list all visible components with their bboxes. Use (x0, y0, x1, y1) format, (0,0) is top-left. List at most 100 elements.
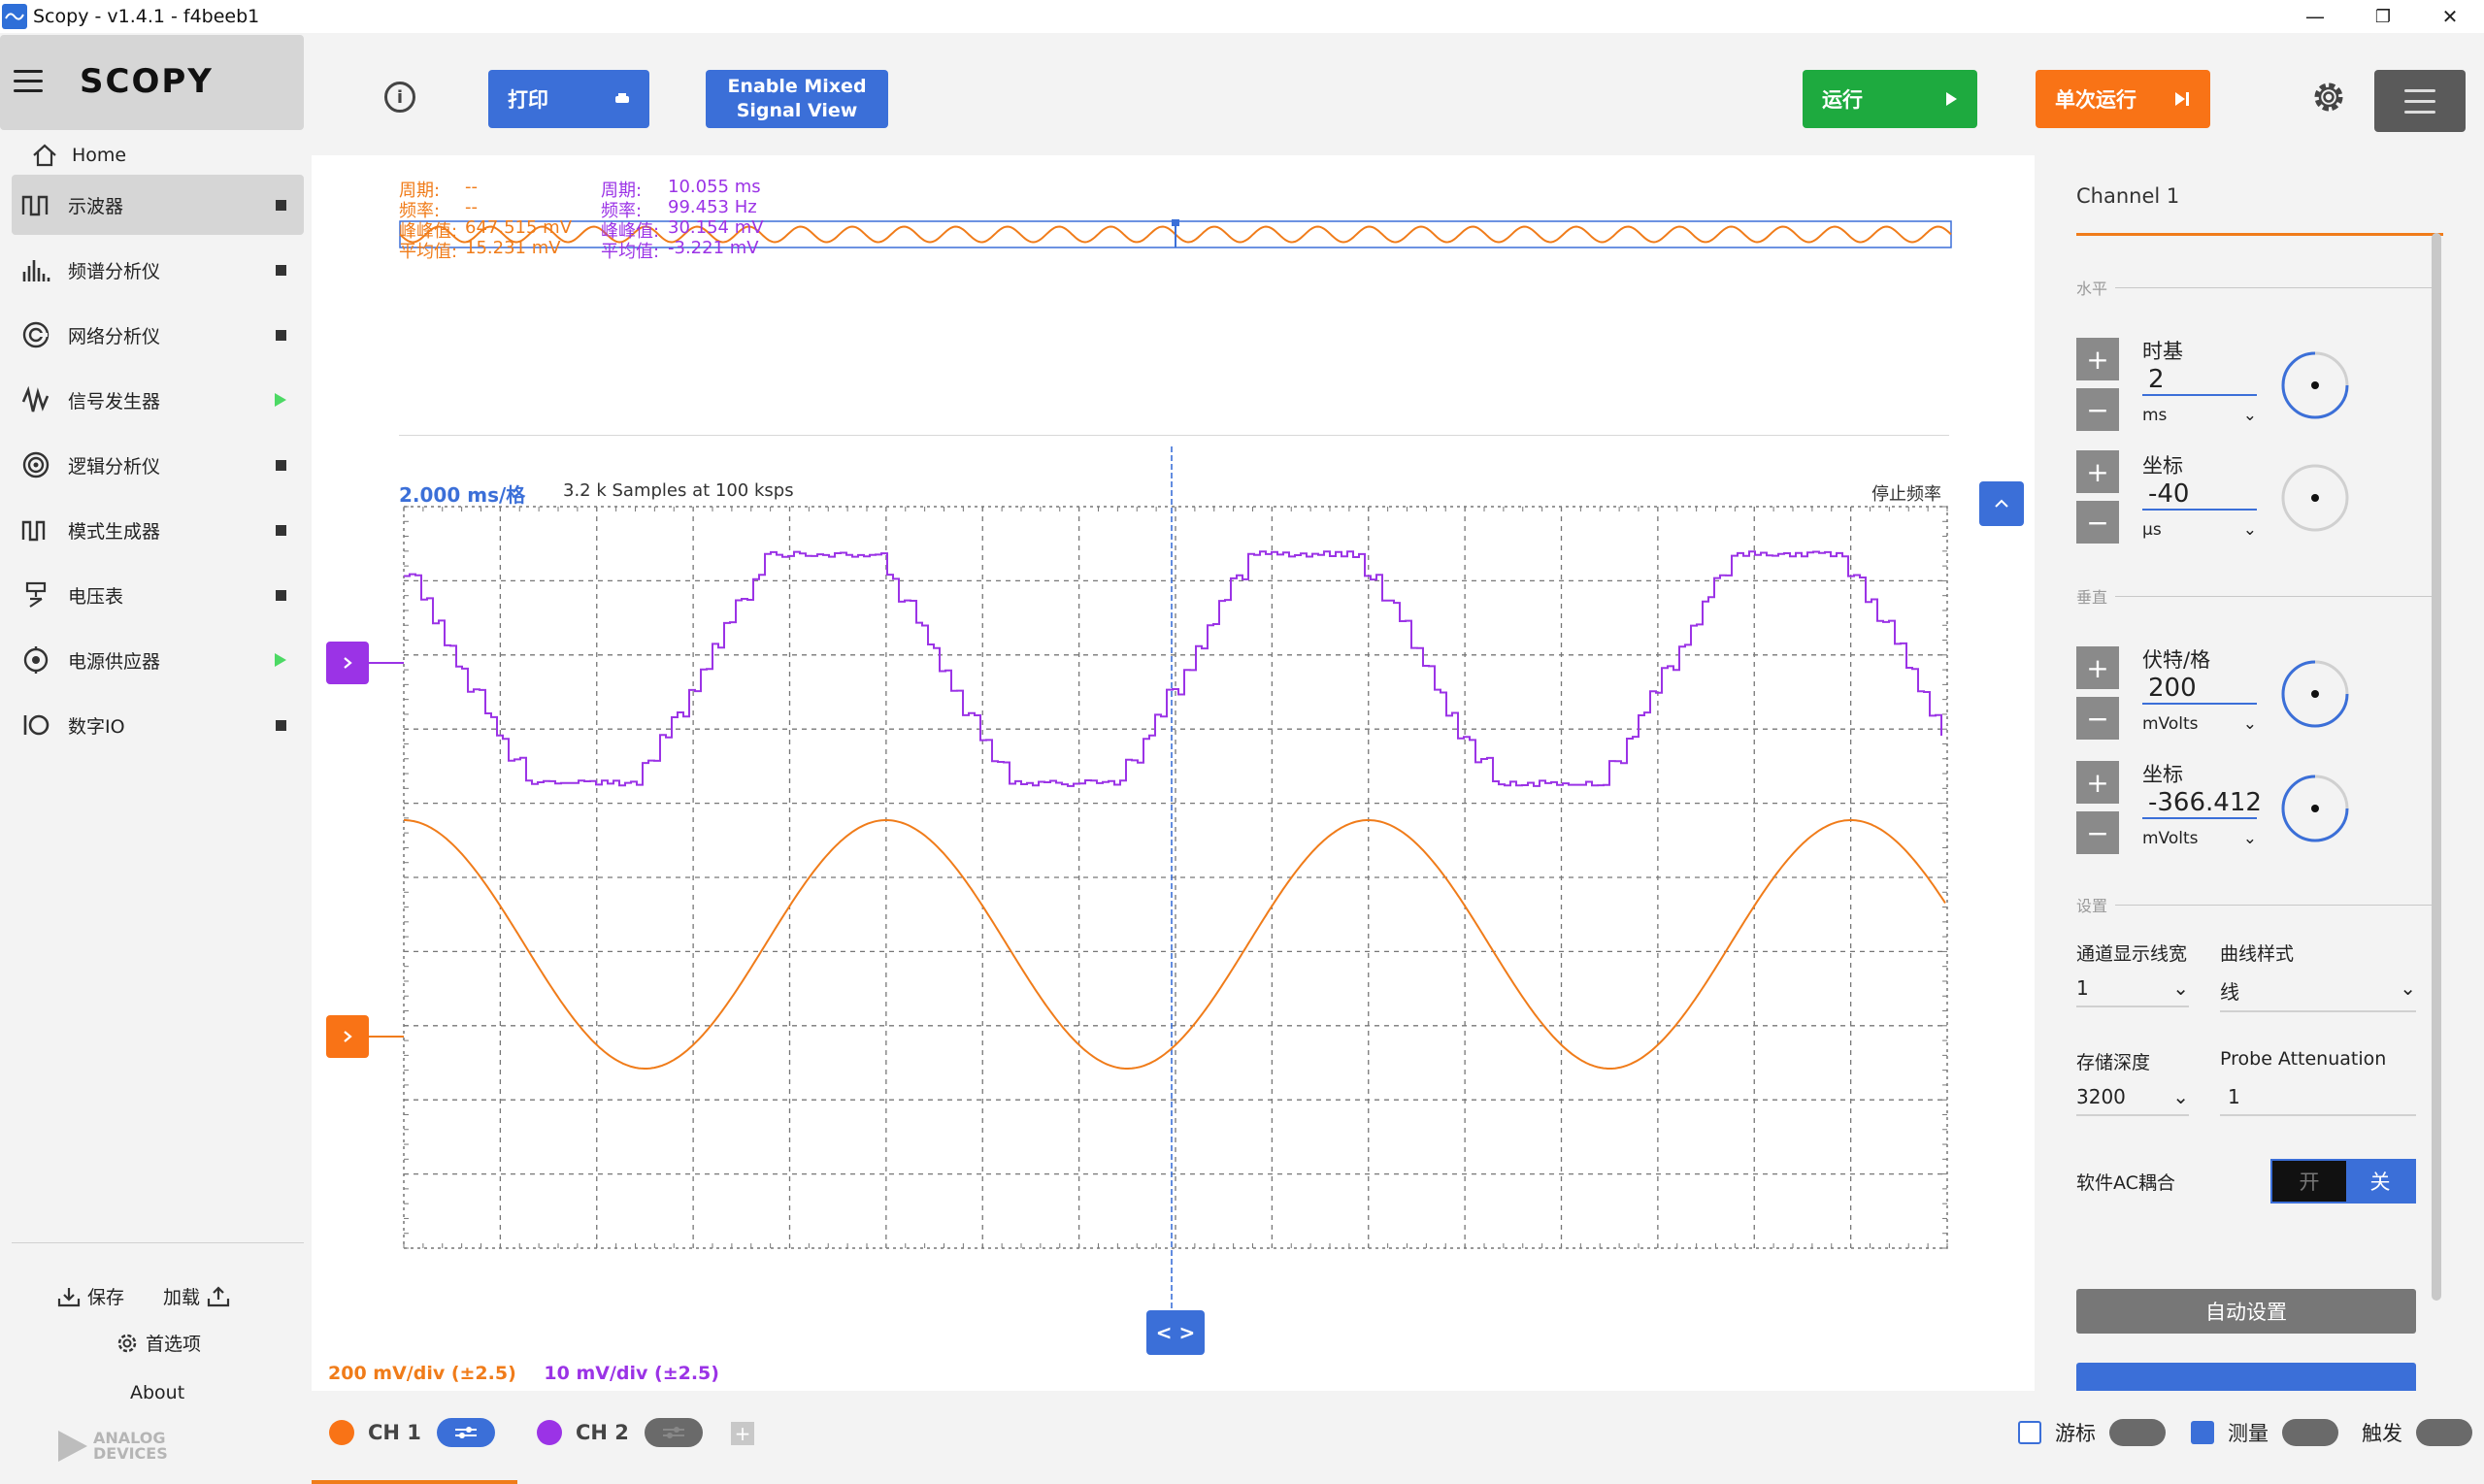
memory-depth-select[interactable]: 3200 ⌄ (2076, 1085, 2189, 1116)
volts-value-input[interactable]: 200 (2142, 674, 2257, 705)
panel-scrollbar[interactable] (2432, 233, 2441, 1301)
sidebar-item-spectrum[interactable]: 频谱分析仪 (12, 240, 304, 300)
minimize-button[interactable]: — (2281, 0, 2349, 33)
ch1-label: CH 1 (368, 1421, 421, 1444)
measure-checkbox[interactable] (2191, 1421, 2214, 1444)
horizontal-position-handle[interactable]: < > (1146, 1310, 1205, 1355)
ch1-measurement-value: -- (465, 197, 478, 217)
timebase-minus-button[interactable]: − (2076, 388, 2119, 431)
measure-settings-button[interactable] (2282, 1419, 2338, 1446)
line-width-select[interactable]: 1 ⌄ (2076, 976, 2189, 1007)
curve-style-label: 曲线样式 (2220, 940, 2294, 966)
panel-next-button[interactable] (2076, 1363, 2416, 1391)
preferences-button[interactable]: 首选项 (109, 1330, 201, 1356)
about-button[interactable]: About (130, 1382, 184, 1403)
sidebar-item-digital-io[interactable]: 数字IO (12, 695, 304, 755)
ch2-tab[interactable]: CH 2 (537, 1418, 703, 1447)
maximize-button[interactable]: ❐ (2349, 0, 2417, 33)
channel-bar: CH 1 CH 2 + 游标 测量 触发 (312, 1391, 2484, 1484)
hamburger-menu-icon[interactable] (14, 70, 43, 93)
sidebar-item-signal[interactable]: 信号发生器 (12, 370, 304, 430)
single-run-button[interactable]: 单次运行 (2036, 70, 2210, 128)
ch2-measurement-value: -3.221 mV (668, 238, 759, 258)
autoset-button[interactable]: 自动设置 (2076, 1289, 2416, 1334)
ch2-settings-button[interactable] (645, 1418, 703, 1447)
trigger-toggle[interactable]: 触发 (2362, 1418, 2472, 1447)
volts-knob[interactable] (2279, 658, 2351, 730)
print-button[interactable]: 打印 (488, 70, 649, 128)
ac-coupling-off[interactable]: 关 (2346, 1161, 2414, 1202)
trigger-settings-button[interactable] (2416, 1419, 2472, 1446)
sidebar-item-logic[interactable]: 逻辑分析仪 (12, 435, 304, 495)
timebase-knob[interactable] (2279, 349, 2351, 421)
close-button[interactable]: ✕ (2416, 0, 2484, 33)
ch2-offset-marker[interactable] (326, 642, 369, 684)
run-button[interactable]: 运行 (1803, 70, 1977, 128)
hpos-value-input[interactable]: -40 (2142, 479, 2257, 511)
chevron-right-icon (342, 655, 353, 671)
ch1-measurement-label: 平均值: (399, 238, 457, 263)
plot-separator (399, 435, 1949, 436)
curve-style-select[interactable]: 线 ⌄ (2220, 976, 2416, 1012)
app-icon (2, 4, 27, 29)
ch1-scale-label: 200 mV/div (±2.5) (328, 1363, 516, 1384)
step-icon (2173, 91, 2191, 107)
overview-cursor-handle (1172, 219, 1179, 226)
vpos-minus-button[interactable]: − (2076, 811, 2119, 854)
running-indicator-icon (275, 653, 286, 667)
settings-gear-icon[interactable] (2309, 78, 2348, 116)
sidebar-item-label: 逻辑分析仪 (68, 452, 276, 478)
oscilloscope-icon (19, 188, 52, 221)
ch1-offset-marker[interactable] (326, 1015, 369, 1058)
timebase-value-input[interactable]: 2 (2142, 365, 2257, 396)
hpos-plus-button[interactable]: + (2076, 450, 2119, 493)
spectrum-icon (19, 253, 52, 286)
sidebar-item-network[interactable]: 网络分析仪 (12, 305, 304, 365)
sidebar-item-power[interactable]: 电源供应器 (12, 630, 304, 690)
ch2-measurement-value: 99.453 Hz (668, 197, 757, 217)
volts-plus-button[interactable]: + (2076, 646, 2119, 689)
channel-settings-panel: Channel 1 水平 + − 时基 2 ms ⌄ + − 坐标 -40 μs ⌄… (2035, 155, 2484, 1391)
sidebar-item-oscilloscope[interactable]: 示波器 (12, 175, 304, 235)
timebase-unit-select[interactable]: ms ⌄ (2142, 406, 2257, 425)
signal-icon (19, 383, 52, 416)
hpos-unit-select[interactable]: μs ⌄ (2142, 520, 2257, 540)
ac-coupling-switch[interactable]: 开 关 (2270, 1159, 2416, 1204)
sidebar-item-label: 电压表 (68, 582, 276, 609)
vpos-knob[interactable] (2279, 773, 2351, 844)
play-icon (1944, 91, 1958, 107)
enable-mixed-signal-button[interactable]: Enable Mixed Signal View (706, 70, 888, 128)
save-button[interactable]: 保存 (50, 1283, 124, 1309)
trigger-level-up-button[interactable] (1979, 481, 2024, 526)
cursors-checkbox[interactable] (2018, 1421, 2041, 1444)
probe-attenuation-input[interactable]: 1 (2220, 1085, 2416, 1116)
sidebar-item-pattern[interactable]: 模式生成器 (12, 500, 304, 560)
cursors-toggle[interactable]: 游标 (2018, 1418, 2166, 1447)
info-icon[interactable]: i (384, 82, 415, 113)
sidebar-item-voltmeter[interactable]: 电压表 (12, 565, 304, 625)
vpos-unit-select[interactable]: mVolts ⌄ (2142, 829, 2257, 848)
hpos-minus-button[interactable]: − (2076, 501, 2119, 544)
load-button[interactable]: 加载 (163, 1283, 237, 1309)
home-label: Home (72, 145, 126, 166)
hpos-knob[interactable] (2279, 462, 2351, 534)
ch1-trace (404, 820, 1945, 1069)
logic-icon (19, 448, 52, 481)
home-button[interactable]: Home (31, 136, 126, 175)
ch1-tab[interactable]: CH 1 (329, 1418, 495, 1447)
cursors-settings-button[interactable] (2109, 1419, 2166, 1446)
volts-unit-select[interactable]: mVolts ⌄ (2142, 714, 2257, 734)
home-icon (31, 143, 58, 168)
vpos-plus-button[interactable]: + (2076, 761, 2119, 804)
plot-canvas (312, 155, 2035, 1388)
timebase-plus-button[interactable]: + (2076, 338, 2119, 380)
ac-coupling-on[interactable]: 开 (2272, 1161, 2346, 1202)
measure-toggle[interactable]: 测量 (2191, 1418, 2338, 1447)
general-settings-button[interactable] (2374, 70, 2466, 132)
ch1-settings-button[interactable] (437, 1418, 495, 1447)
add-channel-icon[interactable]: + (731, 1422, 754, 1445)
ch2-measurement-label: 平均值: (601, 238, 659, 263)
acquisition-status: 停止频率 (1871, 480, 1941, 506)
volts-minus-button[interactable]: − (2076, 697, 2119, 740)
vpos-value-input[interactable]: -366.412 (2142, 788, 2257, 819)
